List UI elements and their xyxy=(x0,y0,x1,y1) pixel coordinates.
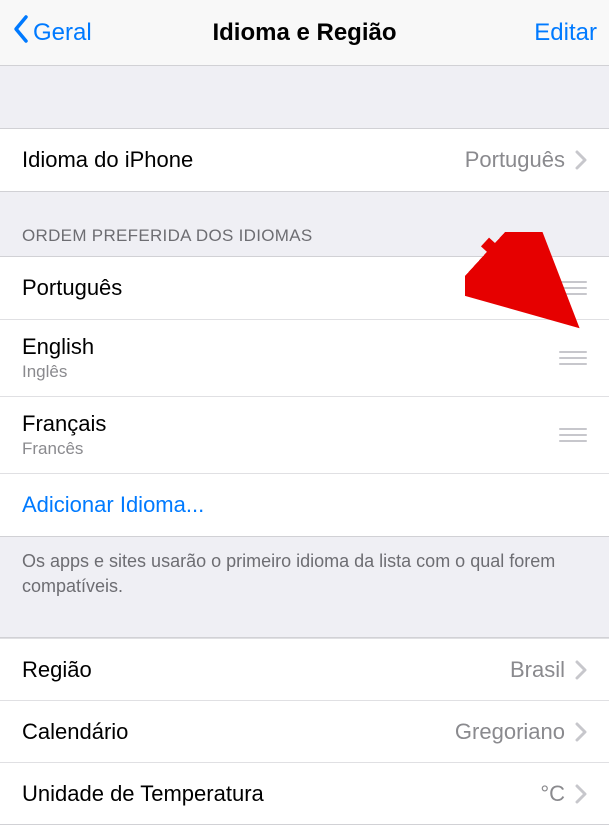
language-item[interactable]: Français Francês xyxy=(0,396,609,473)
iphone-language-row[interactable]: Idioma do iPhone Português xyxy=(0,129,609,191)
row-value: Gregoriano xyxy=(455,719,565,745)
back-button[interactable]: Geral xyxy=(12,14,92,51)
language-item[interactable]: Português xyxy=(0,257,609,319)
preferred-languages-footer: Os apps e sites usarão o primeiro idioma… xyxy=(0,537,609,617)
row-value: Português xyxy=(465,147,565,173)
row-label: Idioma do iPhone xyxy=(22,147,193,173)
nav-bar: Geral Idioma e Região Editar xyxy=(0,0,609,66)
row-label: Calendário xyxy=(22,719,128,745)
language-sub: Inglês xyxy=(22,362,94,382)
drag-handle-icon[interactable] xyxy=(559,351,587,365)
language-name: Français xyxy=(22,411,106,437)
language-name: Português xyxy=(22,275,122,301)
add-language-button[interactable]: Adicionar Idioma... xyxy=(0,473,609,536)
edit-button[interactable]: Editar xyxy=(534,19,597,47)
chevron-right-icon xyxy=(575,660,587,680)
row-value: Brasil xyxy=(510,657,565,683)
drag-handle-icon[interactable] xyxy=(559,428,587,442)
row-label: Unidade de Temperatura xyxy=(22,781,264,807)
chevron-right-icon xyxy=(575,784,587,804)
language-item[interactable]: English Inglês xyxy=(0,319,609,396)
back-label: Geral xyxy=(33,19,92,47)
preferred-languages-header: ORDEM PREFERIDA DOS IDIOMAS xyxy=(0,192,609,256)
chevron-right-icon xyxy=(575,150,587,170)
page-title: Idioma e Região xyxy=(212,19,396,47)
chevron-right-icon xyxy=(575,722,587,742)
row-label: Região xyxy=(22,657,92,683)
row-value: °C xyxy=(540,781,565,807)
drag-handle-icon[interactable] xyxy=(559,281,587,295)
language-name: English xyxy=(22,334,94,360)
preferred-languages-list: Português English Inglês Français Francê… xyxy=(0,256,609,537)
calendar-row[interactable]: Calendário Gregoriano xyxy=(0,700,609,762)
region-row[interactable]: Região Brasil xyxy=(0,638,609,700)
region-settings-list: Região Brasil Calendário Gregoriano Unid… xyxy=(0,637,609,825)
temperature-row[interactable]: Unidade de Temperatura °C xyxy=(0,762,609,824)
chevron-left-icon xyxy=(12,14,33,51)
language-sub: Francês xyxy=(22,439,106,459)
